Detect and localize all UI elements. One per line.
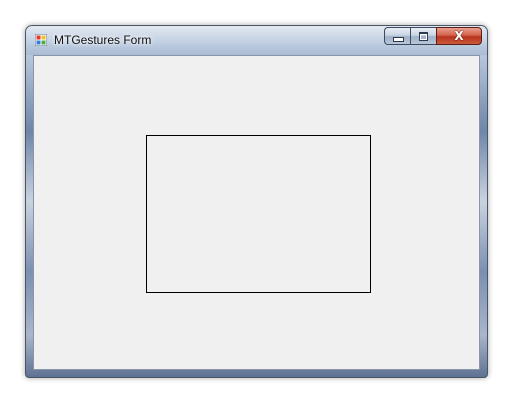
title-bar[interactable]: MTGestures Form X: [26, 26, 487, 55]
window-title: MTGestures Form: [54, 33, 152, 47]
minimize-button[interactable]: [384, 27, 410, 45]
close-icon: X: [454, 29, 464, 43]
app-icon: [35, 34, 47, 46]
caption-buttons: X: [384, 27, 482, 45]
gesture-panel[interactable]: [146, 135, 371, 293]
app-window: MTGestures Form X: [25, 25, 488, 378]
form-client-area: [33, 55, 480, 370]
maximize-button[interactable]: [410, 27, 436, 45]
maximize-icon: [419, 32, 428, 41]
close-button[interactable]: X: [436, 27, 482, 45]
minimize-icon: [393, 37, 404, 42]
